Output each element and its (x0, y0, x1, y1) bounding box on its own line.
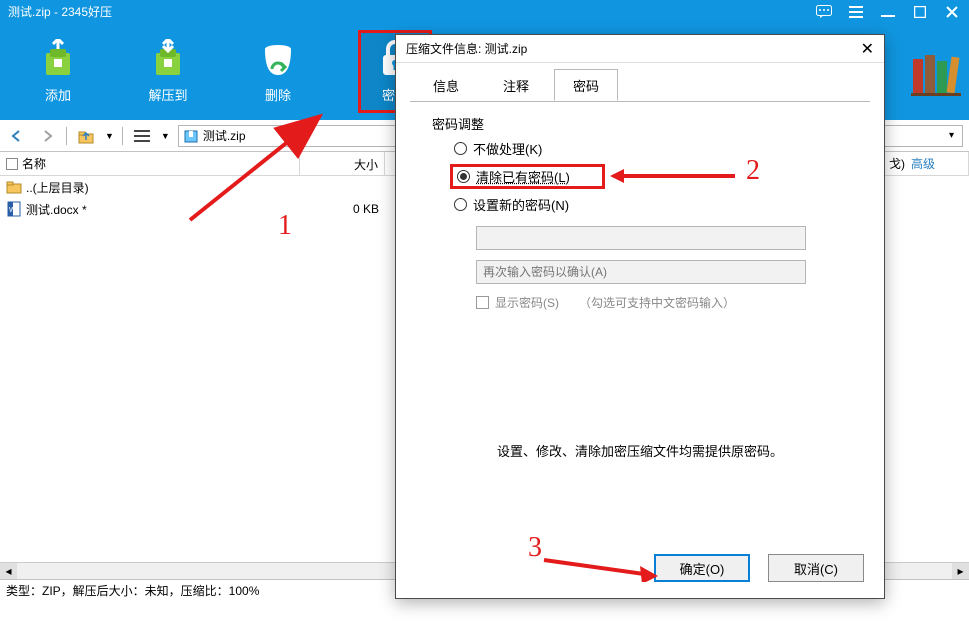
forward-icon[interactable] (36, 126, 58, 146)
checkbox-header-icon[interactable] (6, 158, 18, 170)
radio-clear[interactable]: 清除已有密码(L) (450, 164, 605, 189)
radio-set[interactable]: 设置新的密码(N) (454, 195, 848, 214)
file-info-dialog: 压缩文件信息: 测试.zip ✕ 信息 注释 密码 密码调整 不做处理(K) 清… (395, 34, 885, 599)
tab-comment[interactable]: 注释 (484, 69, 548, 101)
password-input (476, 226, 806, 250)
dialog-titlebar: 压缩文件信息: 测试.zip ✕ (396, 35, 884, 63)
scroll-left-icon[interactable]: ◂ (0, 563, 17, 579)
chat-icon[interactable] (815, 3, 833, 21)
toolbar-add-label: 添加 (45, 85, 71, 104)
dialog-footer: 确定(O) 取消(C) (654, 554, 864, 582)
dialog-title: 压缩文件信息: 测试.zip (406, 40, 527, 57)
checkbox-icon (476, 296, 489, 309)
cancel-button[interactable]: 取消(C) (768, 554, 864, 582)
archive-icon (183, 128, 199, 144)
window-title: 测试.zip - 2345好压 (8, 3, 112, 20)
toolbar-add-button[interactable]: 添加 (28, 39, 88, 104)
back-icon[interactable] (6, 126, 28, 146)
scroll-right-icon[interactable]: ▸ (952, 563, 969, 579)
group-label: 密码调整 (432, 114, 848, 133)
radio-none-label: 不做处理(K) (473, 139, 542, 158)
dialog-body: 密码调整 不做处理(K) 清除已有密码(L) 设置新的密码(N) 显示密码(S)… (396, 102, 884, 460)
add-icon (36, 39, 80, 79)
delete-icon (256, 39, 300, 79)
radio-clear-icon (457, 170, 470, 183)
password-confirm-input (476, 260, 806, 284)
file-name: 测试.docx * (26, 201, 87, 218)
shelf-area (895, 23, 969, 120)
show-password-hint: （勾选可支持中文密码输入） (579, 294, 735, 311)
dialog-hint: 设置、修改、清除加密压缩文件均需提供原密码。 (432, 441, 848, 460)
column-name-header[interactable]: 名称 (0, 152, 300, 175)
view-dropdown-icon[interactable]: ▼ (161, 131, 170, 141)
file-size: 0 KB (353, 202, 379, 216)
radio-set-icon (454, 198, 467, 211)
maximize-icon[interactable] (911, 3, 929, 21)
docx-icon: W (6, 201, 22, 217)
extract-icon (146, 39, 190, 79)
menu-icon[interactable] (847, 3, 865, 21)
books-icon[interactable] (911, 53, 961, 97)
tab-password[interactable]: 密码 (554, 69, 618, 101)
show-password-label: 显示密码(S) (495, 294, 559, 311)
parent-label: ..(上层目录) (26, 179, 89, 196)
folder-up-icon (6, 180, 22, 194)
advanced-label[interactable]: 高级 (911, 155, 935, 172)
back-suffix-label: 戈) (889, 155, 905, 172)
radio-none[interactable]: 不做处理(K) (454, 139, 848, 158)
toolbar-delete-label: 删除 (265, 85, 291, 104)
toolbar-delete-button[interactable]: 删除 (248, 39, 308, 104)
minimize-icon[interactable] (879, 3, 897, 21)
up-dropdown-icon[interactable]: ▼ (105, 131, 114, 141)
view-list-icon[interactable] (131, 126, 153, 146)
toolbar-extract-button[interactable]: 解压到 (138, 39, 198, 104)
separator (122, 127, 123, 145)
radio-set-label: 设置新的密码(N) (473, 195, 569, 214)
ok-button[interactable]: 确定(O) (654, 554, 750, 582)
status-left: 类型：ZIP，解压后大小：未知，压缩比：100% (6, 582, 259, 599)
titlebar: 测试.zip - 2345好压 (0, 0, 969, 23)
up-icon[interactable] (75, 126, 97, 146)
dialog-close-icon[interactable]: ✕ (861, 39, 874, 59)
show-password-row[interactable]: 显示密码(S) （勾选可支持中文密码输入） (476, 294, 848, 311)
tab-info[interactable]: 信息 (414, 69, 478, 101)
radio-none-icon (454, 142, 467, 155)
separator (66, 127, 67, 145)
path-dropdown-icon[interactable]: ▾ (945, 130, 958, 141)
column-size-header[interactable]: 大小 (300, 152, 385, 175)
radio-clear-label: 清除已有密码(L) (476, 167, 570, 186)
dialog-tabs: 信息 注释 密码 (396, 63, 884, 101)
toolbar-extract-label: 解压到 (148, 85, 187, 104)
close-icon[interactable] (943, 3, 961, 21)
svg-text:W: W (9, 207, 16, 214)
